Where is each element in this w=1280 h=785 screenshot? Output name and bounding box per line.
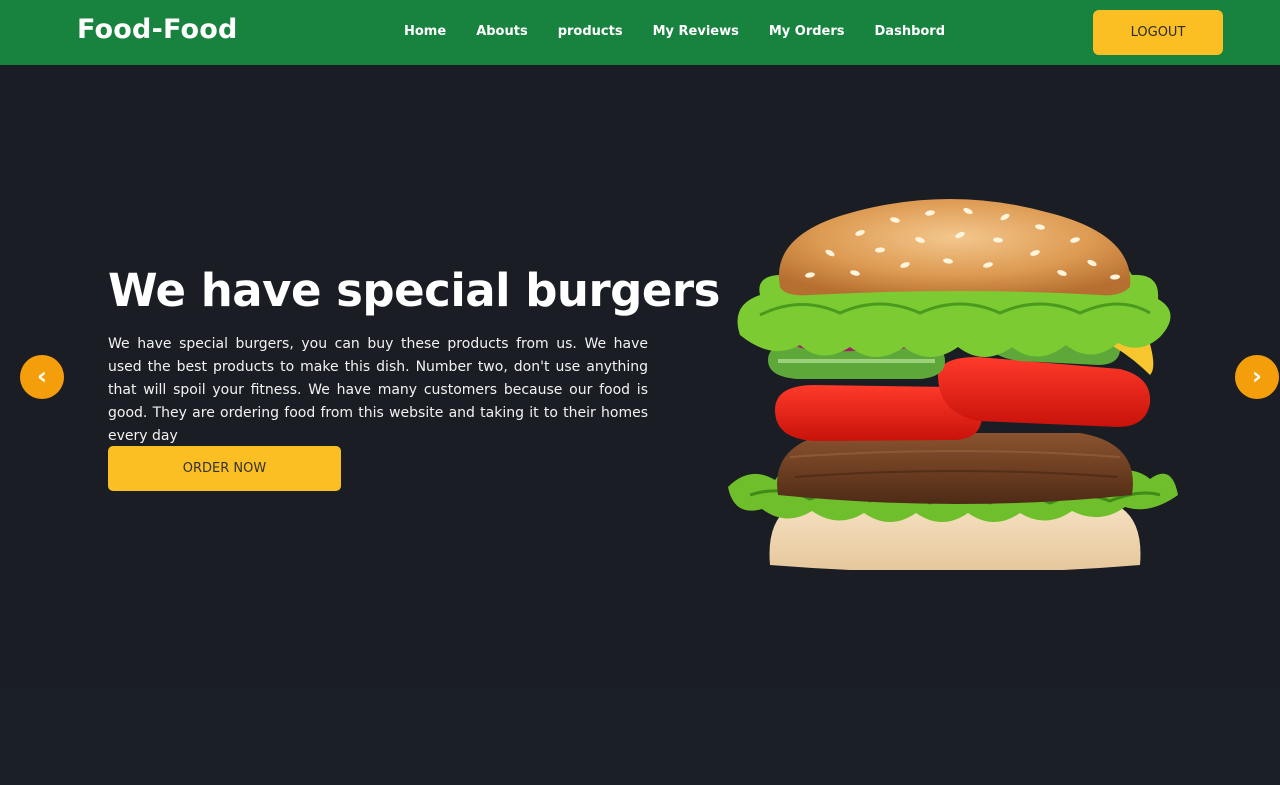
nav-links: Home Abouts products My Reviews My Order… [404,24,945,39]
hero-carousel: We have special burgers We have special … [0,65,1280,689]
nav-link-abouts[interactable]: Abouts [476,24,528,39]
nav-link-my-orders[interactable]: My Orders [769,24,845,39]
nav-link-dashbord[interactable]: Dashbord [875,24,946,39]
order-now-button[interactable]: ORDER NOW [108,446,341,491]
navbar: Food-Food Home Abouts products My Review… [0,0,1280,65]
carousel-prev-button[interactable]: ‹ [20,355,64,399]
burger-image [728,199,1178,570]
hero-title: We have special burgers [108,264,720,317]
next-section [0,689,1280,785]
logout-button[interactable]: LOGOUT [1093,10,1223,55]
hero-description: We have special burgers, you can buy the… [108,336,648,444]
carousel-next-button[interactable]: › [1235,355,1279,399]
nav-link-my-reviews[interactable]: My Reviews [653,24,739,39]
nav-link-home[interactable]: Home [404,24,446,39]
chevron-left-icon: ‹ [37,362,47,390]
site-logo[interactable]: Food-Food [77,14,238,45]
nav-link-products[interactable]: products [558,24,623,39]
chevron-right-icon: › [1252,362,1262,390]
